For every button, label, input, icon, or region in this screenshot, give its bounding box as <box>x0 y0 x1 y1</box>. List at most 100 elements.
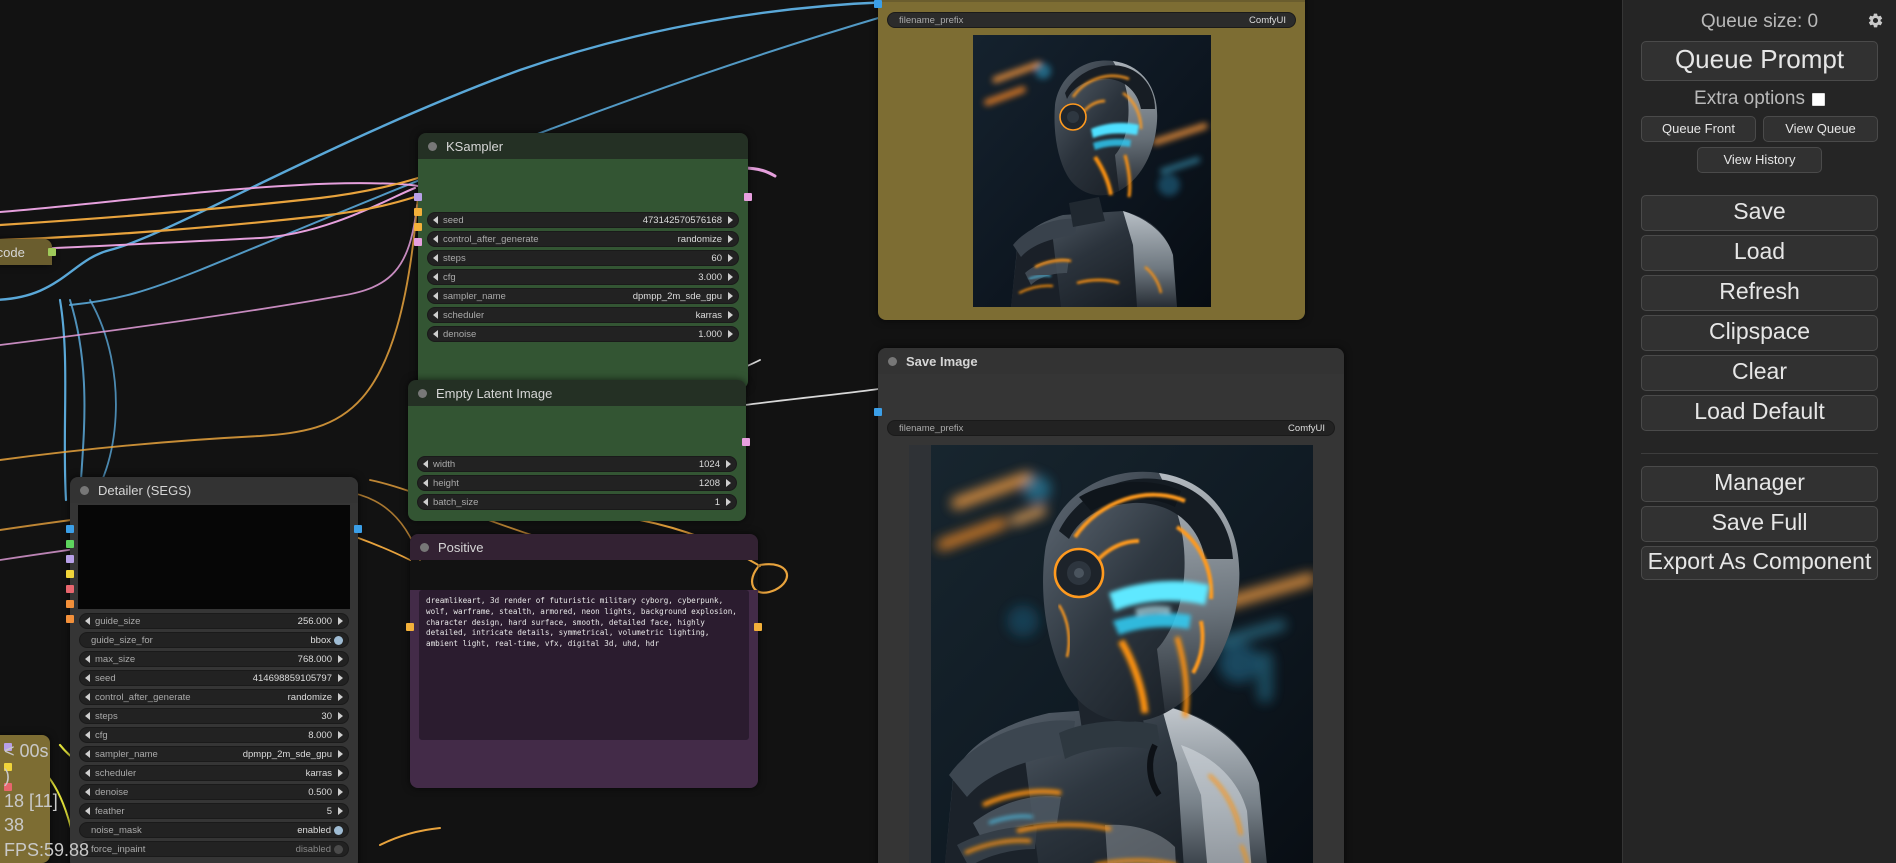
refresh-button[interactable]: Refresh <box>1641 275 1878 311</box>
decrement-icon[interactable] <box>85 807 90 815</box>
output-slot-conditioning[interactable] <box>754 623 762 631</box>
decrement-icon[interactable] <box>433 311 438 319</box>
save-full-button[interactable]: Save Full <box>1641 506 1878 542</box>
positive-prompt-textarea[interactable]: dreamlikeart, 3d render of futuristic mi… <box>419 590 749 740</box>
input-slot-images[interactable] <box>874 0 882 8</box>
node-empty-latent-image[interactable]: Empty Latent Image width 1024 height 120… <box>408 380 746 521</box>
widget-max-size[interactable]: max_size 768.000 <box>79 651 349 667</box>
queue-front-button[interactable]: Queue Front <box>1641 116 1756 142</box>
increment-icon[interactable] <box>338 731 343 739</box>
load-button[interactable]: Load <box>1641 235 1878 271</box>
node-ksampler[interactable]: KSampler seed 473142570576168 <box>418 133 748 389</box>
decrement-icon[interactable] <box>85 712 90 720</box>
input-slot-images[interactable] <box>874 408 882 416</box>
generated-image-preview[interactable] <box>973 35 1211 307</box>
widget-control-after-generate[interactable]: control_after_generate randomize <box>427 231 739 247</box>
extra-options-checkbox[interactable] <box>1812 93 1825 106</box>
input-slot-model[interactable] <box>4 743 12 751</box>
clear-button[interactable]: Clear <box>1641 355 1878 391</box>
widget-filename-prefix[interactable]: filename_prefix ComfyUI <box>887 420 1335 436</box>
input-slot-vae[interactable] <box>4 783 12 791</box>
input-slot-positive[interactable] <box>66 600 74 608</box>
node-collapse-icon[interactable] <box>888 357 897 366</box>
increment-icon[interactable] <box>338 617 343 625</box>
widget-scheduler[interactable]: scheduler karras <box>427 307 739 323</box>
increment-icon[interactable] <box>338 712 343 720</box>
increment-icon[interactable] <box>726 460 731 468</box>
input-slot-segs[interactable] <box>66 540 74 548</box>
queue-prompt-button[interactable]: Queue Prompt <box>1641 41 1878 81</box>
increment-icon[interactable] <box>726 479 731 487</box>
node-save-image[interactable]: Save Image filename_prefix ComfyUI <box>878 348 1344 863</box>
node-collapse-icon[interactable] <box>418 389 427 398</box>
decrement-icon[interactable] <box>85 655 90 663</box>
input-slot-clip[interactable] <box>406 623 414 631</box>
increment-icon[interactable] <box>338 674 343 682</box>
decrement-icon[interactable] <box>433 235 438 243</box>
gear-icon[interactable] <box>1867 12 1884 29</box>
manager-button[interactable]: Manager <box>1641 466 1878 502</box>
decrement-icon[interactable] <box>85 750 90 758</box>
increment-icon[interactable] <box>728 330 733 338</box>
widget-filename-prefix[interactable]: filename_prefix ComfyUI <box>887 12 1296 28</box>
output-slot-image[interactable] <box>354 525 362 533</box>
save-button[interactable]: Save <box>1641 195 1878 231</box>
input-slot-model[interactable] <box>66 555 74 563</box>
input-slot-clip[interactable] <box>4 763 12 771</box>
input-slot-latent[interactable] <box>414 238 422 246</box>
toggle-icon[interactable] <box>334 845 343 854</box>
decrement-icon[interactable] <box>433 254 438 262</box>
increment-icon[interactable] <box>728 311 733 319</box>
widget-height[interactable]: height 1208 <box>417 475 737 491</box>
widget-sampler-name[interactable]: sampler_name dpmpp_2m_sde_gpu <box>79 746 349 762</box>
increment-icon[interactable] <box>728 216 733 224</box>
widget-width[interactable]: width 1024 <box>417 456 737 472</box>
load-default-button[interactable]: Load Default <box>1641 395 1878 431</box>
increment-icon[interactable] <box>338 788 343 796</box>
node-collapse-icon[interactable] <box>420 543 429 552</box>
node-decode[interactable]: Decode <box>0 239 52 265</box>
node-preview-image[interactable]: filename_prefix ComfyUI <box>878 0 1305 320</box>
widget-steps[interactable]: steps 30 <box>79 708 349 724</box>
input-slot-clip[interactable] <box>66 570 74 578</box>
widget-control-after-generate[interactable]: control_after_generate randomize <box>79 689 349 705</box>
increment-icon[interactable] <box>728 235 733 243</box>
increment-icon[interactable] <box>726 498 731 506</box>
decrement-icon[interactable] <box>423 460 428 468</box>
node-detailer-segs[interactable]: Detailer (SEGS) guide_size 256.000 <box>70 477 358 863</box>
output-slot-latent[interactable] <box>48 248 56 256</box>
node-positive-prompt[interactable]: Positive dreamlikeart, 3d render of futu… <box>410 534 758 788</box>
input-slot-positive[interactable] <box>414 208 422 216</box>
widget-feather[interactable]: feather 5 <box>79 803 349 819</box>
decrement-icon[interactable] <box>433 216 438 224</box>
increment-icon[interactable] <box>338 807 343 815</box>
widget-guide-size-for[interactable]: guide_size_for bbox <box>79 632 349 648</box>
decrement-icon[interactable] <box>433 330 438 338</box>
increment-icon[interactable] <box>338 655 343 663</box>
decrement-icon[interactable] <box>423 498 428 506</box>
widget-noise-mask[interactable]: noise_mask enabled <box>79 822 349 838</box>
decrement-icon[interactable] <box>85 769 90 777</box>
increment-icon[interactable] <box>338 693 343 701</box>
decrement-icon[interactable] <box>433 292 438 300</box>
output-slot-latent[interactable] <box>744 193 752 201</box>
widget-cfg[interactable]: cfg 3.000 <box>427 269 739 285</box>
generated-image-saved[interactable] <box>909 445 1313 863</box>
node-partial-bottom-left[interactable] <box>0 735 50 863</box>
decrement-icon[interactable] <box>423 479 428 487</box>
widget-scheduler[interactable]: scheduler karras <box>79 765 349 781</box>
input-slot-model[interactable] <box>414 193 422 201</box>
node-graph-canvas[interactable]: Decode KSampler seed 473142570 <box>0 0 1622 863</box>
widget-steps[interactable]: steps 60 <box>427 250 739 266</box>
input-slot-negative[interactable] <box>414 223 422 231</box>
decrement-icon[interactable] <box>85 617 90 625</box>
export-as-component-button[interactable]: Export As Component <box>1641 546 1878 580</box>
input-slot-negative[interactable] <box>66 615 74 623</box>
view-history-button[interactable]: View History <box>1697 147 1822 173</box>
widget-seed[interactable]: seed 473142570576168 <box>427 212 739 228</box>
decrement-icon[interactable] <box>85 693 90 701</box>
widget-cfg[interactable]: cfg 8.000 <box>79 727 349 743</box>
widget-sampler-name[interactable]: sampler_name dpmpp_2m_sde_gpu <box>427 288 739 304</box>
increment-icon[interactable] <box>338 750 343 758</box>
clipspace-button[interactable]: Clipspace <box>1641 315 1878 351</box>
